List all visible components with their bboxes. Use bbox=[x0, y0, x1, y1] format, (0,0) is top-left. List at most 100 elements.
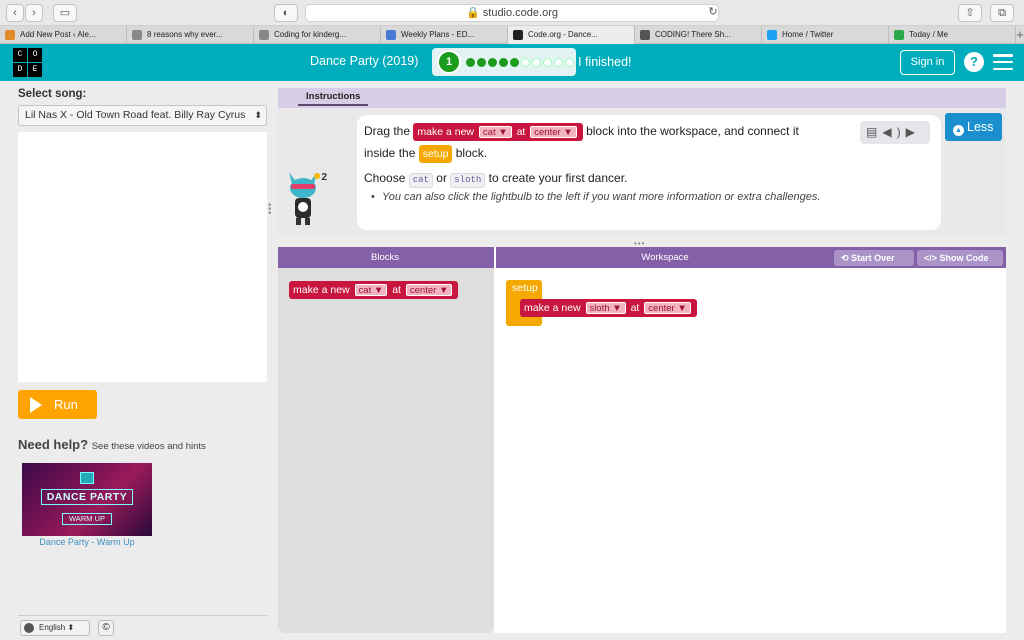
select-arrows-icon: ⬍ bbox=[254, 110, 262, 120]
block-text: at bbox=[516, 126, 526, 138]
dropdown-chip: center ▼ bbox=[530, 126, 577, 138]
block-text: at bbox=[630, 302, 640, 314]
instruction-line-1: Drag the make a new cat ▼ at center ▼ bl… bbox=[364, 123, 799, 141]
new-tab-button[interactable]: + bbox=[1016, 26, 1024, 43]
browser-tab[interactable]: CODING! There Sh... bbox=[635, 26, 762, 44]
tab-label: 8 reasons why ever... bbox=[147, 30, 223, 39]
panel-resize-handle[interactable]: • • • bbox=[268, 201, 274, 219]
video-subtitle: WARM UP bbox=[62, 513, 112, 525]
progress-dot[interactable] bbox=[521, 57, 530, 67]
block-text: make a new bbox=[293, 284, 350, 296]
browser-tab[interactable]: Coding for kinderg... bbox=[254, 26, 381, 44]
setup-label: setup bbox=[512, 282, 538, 294]
dropdown-chip[interactable]: center ▼ bbox=[405, 284, 453, 296]
progress-dot[interactable] bbox=[554, 57, 563, 67]
instructions-tab[interactable]: Instructions bbox=[298, 90, 369, 106]
workspace-header: Workspace bbox=[494, 247, 834, 268]
song-select[interactable]: Lil Nas X - Old Town Road feat. Billy Ra… bbox=[18, 105, 267, 126]
share-icon[interactable]: ⇧ bbox=[958, 4, 982, 22]
progress-dot[interactable] bbox=[543, 57, 552, 67]
lesson-title[interactable]: Dance Party (2019) bbox=[310, 54, 418, 68]
dropdown-value: center bbox=[409, 285, 437, 296]
dropdown-value: cat bbox=[358, 285, 372, 296]
workspace-make-a-new-block[interactable]: make a new sloth ▼ at center ▼ bbox=[520, 299, 697, 317]
block-text: at bbox=[392, 284, 401, 296]
progress-dot[interactable] bbox=[510, 57, 519, 67]
volume-icon[interactable]: ◀) bbox=[882, 125, 905, 139]
copyright-button[interactable]: © bbox=[98, 620, 114, 636]
lightbulb-hint-icon[interactable]: ●2 bbox=[313, 167, 327, 183]
tabs-overview-icon[interactable]: ⧉ bbox=[990, 4, 1014, 22]
select-song-label: Select song: bbox=[18, 88, 87, 100]
progress-dot[interactable] bbox=[532, 57, 541, 67]
video-thumbnail[interactable]: DANCE PARTY WARM UP bbox=[22, 463, 152, 536]
dropdown-chip[interactable]: sloth ▼ bbox=[585, 302, 626, 314]
language-select[interactable]: English ⬍ bbox=[20, 620, 90, 636]
play-audio-icon[interactable]: ▶ bbox=[906, 125, 920, 139]
show-code-button[interactable]: </> Show Code bbox=[917, 250, 1003, 266]
tab-label: Coding for kinderg... bbox=[274, 30, 347, 39]
forward-button[interactable]: › bbox=[25, 4, 43, 22]
workspace-canvas[interactable] bbox=[494, 268, 1006, 633]
text-to-speech-icon[interactable]: ▤ bbox=[866, 125, 882, 139]
block-text: make a new bbox=[417, 126, 474, 138]
code-cat: cat bbox=[408, 173, 433, 188]
tab-label: Add New Post ‹ Ale... bbox=[20, 30, 96, 39]
sign-in-button[interactable]: Sign in bbox=[900, 50, 955, 75]
dropdown-value: cat bbox=[482, 127, 496, 138]
instructions-bubble: Drag the make a new cat ▼ at center ▼ bl… bbox=[357, 115, 941, 230]
browser-toolbar: ‹ › ▭ ◐ 🔒 studio.code.org ↻ ⇧ ⧉ bbox=[0, 0, 1024, 26]
progress-dot[interactable] bbox=[466, 57, 475, 67]
tab-favicon-icon bbox=[5, 30, 15, 40]
browser-tab[interactable]: Add New Post ‹ Ale... bbox=[0, 26, 127, 44]
browser-tab[interactable]: 8 reasons why ever... bbox=[127, 26, 254, 44]
code-sloth: sloth bbox=[450, 173, 486, 188]
dropdown-chip[interactable]: center ▼ bbox=[644, 302, 691, 314]
video-title: DANCE PARTY bbox=[41, 489, 133, 505]
chevron-up-icon: ▲ bbox=[953, 125, 964, 136]
finished-link[interactable]: I finished! bbox=[578, 55, 632, 69]
browser-tab[interactable]: Weekly Plans - ED... bbox=[381, 26, 508, 44]
blocks-toolbox bbox=[278, 268, 494, 633]
progress-dot[interactable] bbox=[477, 57, 486, 67]
dropdown-chip: cat ▼ bbox=[478, 126, 512, 138]
tab-favicon-icon bbox=[259, 30, 269, 40]
level-progress: 1 bbox=[432, 48, 576, 76]
run-button[interactable]: Run bbox=[18, 390, 97, 419]
start-over-button[interactable]: ⟲ Start Over bbox=[834, 250, 914, 266]
dropdown-chip[interactable]: cat ▼ bbox=[354, 284, 388, 296]
dropdown-arrow-icon: ▼ bbox=[373, 285, 384, 296]
browser-tab[interactable]: Home / Twitter bbox=[762, 26, 889, 44]
privacy-shield-icon[interactable]: ◐ bbox=[274, 4, 298, 22]
audio-controls: ▤◀)▶ bbox=[860, 121, 930, 144]
play-icon bbox=[30, 397, 42, 413]
instruction-text: or bbox=[436, 171, 447, 185]
progress-dot[interactable] bbox=[565, 57, 574, 67]
back-button[interactable]: ‹ bbox=[6, 4, 24, 22]
browser-tab-active[interactable]: Code.org - Dance... bbox=[508, 26, 635, 44]
logo-letter: C bbox=[13, 48, 27, 62]
toolbox-make-a-new-block[interactable]: make a new cat ▼ at center ▼ bbox=[289, 281, 459, 299]
browser-tab[interactable]: Today / Me bbox=[889, 26, 1016, 44]
level-bubble[interactable]: 1 bbox=[437, 50, 461, 74]
need-help-title: Need help? bbox=[18, 437, 89, 452]
logo-letter: O bbox=[28, 48, 42, 62]
less-button[interactable]: ▲ Less bbox=[945, 113, 1002, 141]
url-text: studio.code.org bbox=[482, 7, 558, 19]
progress-dot[interactable] bbox=[499, 57, 508, 67]
code-icon: </> bbox=[924, 253, 938, 263]
code-org-logo[interactable]: C O D E bbox=[13, 48, 42, 77]
help-icon[interactable]: ? bbox=[964, 52, 984, 72]
url-bar[interactable]: 🔒 studio.code.org bbox=[305, 4, 719, 22]
show-code-label: Show Code bbox=[939, 253, 989, 263]
less-label: Less bbox=[967, 120, 994, 134]
hamburger-menu-icon[interactable] bbox=[993, 54, 1013, 70]
reload-icon[interactable]: ↻ bbox=[708, 4, 718, 22]
sidebar-icon[interactable]: ▭ bbox=[53, 4, 77, 22]
instruction-text: Choose bbox=[364, 171, 406, 185]
video-caption-link[interactable]: Dance Party - Warm Up bbox=[22, 537, 152, 547]
progress-dot[interactable] bbox=[488, 57, 497, 67]
dance-stage bbox=[18, 132, 267, 382]
dropdown-arrow-icon: ▼ bbox=[563, 127, 573, 138]
video-logo-icon bbox=[80, 472, 94, 484]
